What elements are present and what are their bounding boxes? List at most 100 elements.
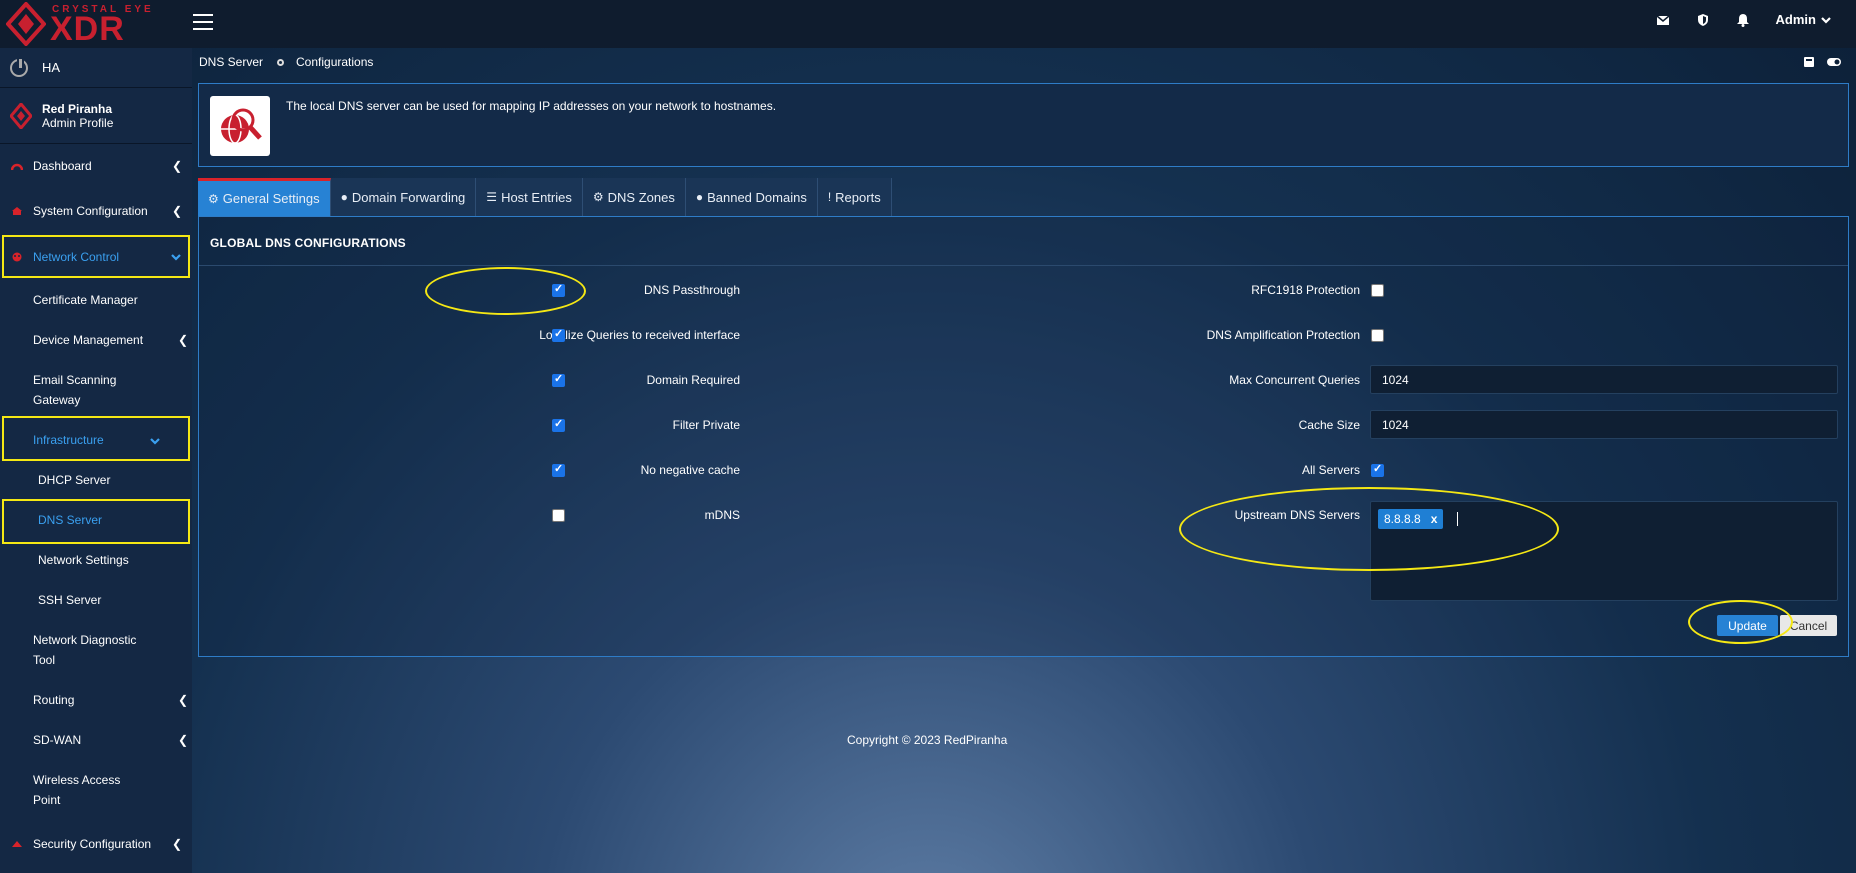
sidebar-item-infrastructure[interactable]: Infrastructure: [33, 430, 161, 450]
dns-passthrough-label: DNS Passthrough: [643, 283, 740, 297]
chevron-left-icon: ❮: [177, 693, 188, 707]
max-concurrent-queries-label: Max Concurrent Queries: [1229, 373, 1360, 387]
profile-name: Red Piranha: [42, 101, 113, 116]
rfc1918-checkbox[interactable]: [1371, 284, 1384, 297]
admin-label: Admin: [1775, 12, 1816, 27]
rfc1918-label: RFC1918 Protection: [1251, 283, 1360, 297]
chevron-down-icon: [171, 254, 181, 261]
global-dns-panel: GLOBAL DNS CONFIGURATIONS DNS Passthroug…: [198, 216, 1849, 657]
dns-amplification-checkbox[interactable]: [1371, 329, 1384, 342]
localize-queries-label: Localize Queries to received interface: [539, 328, 740, 342]
top-bar: CRYSTAL EYE XDR Admin: [0, 0, 1856, 48]
breadcrumb: DNS Server Configurations: [199, 55, 373, 69]
filter-private-checkbox[interactable]: [552, 417, 565, 432]
globe-icon: ●: [695, 190, 704, 204]
shield-icon[interactable]: [1696, 13, 1710, 27]
tab-reports[interactable]: ! Reports: [817, 178, 892, 216]
sidebar-item-label-line2: Gateway: [33, 393, 81, 407]
admin-menu[interactable]: Admin: [1776, 12, 1832, 27]
sidebar-item-sd-wan[interactable]: SD-WAN ❮: [33, 730, 188, 750]
brand-big-text: XDR: [50, 10, 125, 48]
gear-icon: ⚙: [592, 190, 604, 204]
update-button[interactable]: Update: [1717, 615, 1778, 636]
sidebar-item-network-diagnostic-tool[interactable]: Network Diagnostic Tool: [33, 630, 136, 670]
toggle-icon[interactable]: [1826, 56, 1842, 68]
sidebar-item-label: Network Diagnostic: [33, 633, 137, 647]
sidebar-item-ssh-server[interactable]: SSH Server: [38, 590, 101, 610]
sidebar-item-label: Security Configuration: [33, 837, 152, 851]
dns-server-tag-value: 8.8.8.8: [1384, 512, 1421, 526]
power-icon: [10, 56, 28, 77]
upstream-dns-servers-input[interactable]: 8.8.8.8 x: [1370, 501, 1838, 601]
max-concurrent-queries-input[interactable]: 1024: [1370, 365, 1838, 394]
tab-label: Domain Forwarding: [351, 189, 466, 205]
domain-required-label: Domain Required: [646, 373, 740, 387]
sidebar-item-label: Infrastructure: [33, 433, 104, 447]
sidebar-item-wireless-access-point[interactable]: Wireless Access Point: [33, 770, 120, 810]
tab-label: General Settings: [222, 191, 320, 206]
breadcrumb-separator-icon: [277, 58, 285, 66]
gauge-icon: [11, 163, 23, 171]
sidebar-ha[interactable]: HA: [0, 48, 192, 88]
bell-icon[interactable]: [1736, 13, 1750, 27]
tab-dns-zones[interactable]: ⚙ DNS Zones: [582, 178, 686, 216]
sidebar-item-email-scanning-gateway[interactable]: Email Scanning Gateway: [33, 370, 116, 410]
sidebar-item-label: Network Settings: [38, 553, 129, 567]
sidebar-item-label: SSH Server: [38, 593, 102, 607]
sidebar-item-label: Dashboard: [33, 159, 92, 173]
chevron-left-icon: ❮: [171, 204, 182, 218]
copyright-footer: Copyright © 2023 RedPiranha: [847, 733, 1008, 747]
sidebar-item-dns-server[interactable]: DNS Server: [38, 510, 102, 530]
domain-required-checkbox[interactable]: [552, 372, 565, 387]
dns-passthrough-checkbox[interactable]: [552, 282, 565, 297]
sidebar-item-network-control[interactable]: Network Control: [0, 246, 192, 268]
tab-label: Banned Domains: [707, 189, 807, 205]
sidebar-item-dhcp-server[interactable]: DHCP Server: [38, 470, 110, 490]
filter-private-label: Filter Private: [672, 418, 740, 432]
tab-domain-forwarding[interactable]: ● Domain Forwarding: [330, 178, 477, 216]
sidebar-profile[interactable]: Red Piranha Admin Profile: [0, 88, 192, 144]
piranha-logo-icon: [6, 2, 46, 46]
mdns-checkbox[interactable]: [552, 509, 565, 522]
sidebar-item-label: System Configuration: [33, 204, 148, 218]
dns-globe-search-icon: [210, 96, 270, 156]
tab-host-entries[interactable]: ☰ Host Entries: [476, 178, 583, 216]
sidebar-item-system-configuration[interactable]: System Configuration ❮: [0, 200, 192, 222]
sidebar-item-network-settings[interactable]: Network Settings: [38, 550, 129, 570]
tab-banned-domains[interactable]: ● Banned Domains: [685, 178, 818, 216]
sidebar-item-routing[interactable]: Routing ❮: [33, 690, 188, 710]
info-message: The local DNS server can be used for map…: [286, 99, 777, 113]
remove-tag-icon[interactable]: x: [1431, 512, 1438, 526]
panel-title: GLOBAL DNS CONFIGURATIONS: [210, 236, 406, 250]
panel-divider: [199, 265, 1848, 266]
menu-toggle-icon[interactable]: [193, 14, 213, 32]
mail-icon[interactable]: [1656, 13, 1670, 27]
tab-general-settings[interactable]: ⚙ General Settings: [198, 178, 331, 216]
cache-size-input[interactable]: 1024: [1370, 410, 1838, 439]
localize-queries-checkbox[interactable]: [552, 327, 565, 342]
sidebar-item-certificate-manager[interactable]: Certificate Manager: [33, 290, 138, 310]
all-servers-checkbox[interactable]: [1371, 462, 1384, 477]
dns-amplification-label: DNS Amplification Protection: [1206, 328, 1360, 342]
cancel-button[interactable]: Cancel: [1780, 615, 1837, 636]
chevron-left-icon: ❮: [171, 837, 182, 851]
sidebar-item-label: SD-WAN: [33, 733, 82, 747]
sidebar-item-dashboard[interactable]: Dashboard ❮: [0, 155, 192, 177]
sidebar-item-label-line2: Tool: [33, 653, 56, 667]
info-box: The local DNS server can be used for map…: [198, 83, 1849, 167]
sidebar-item-label: DHCP Server: [38, 473, 111, 487]
breadcrumb-dns-server[interactable]: DNS Server: [199, 55, 263, 69]
network-icon: [12, 252, 22, 262]
sidebar-item-label: DNS Server: [38, 513, 103, 527]
sidebar-item-security-configuration[interactable]: Security Configuration ❮: [0, 833, 192, 855]
chevron-left-icon: ❮: [177, 333, 188, 347]
book-icon[interactable]: [1802, 56, 1816, 68]
crystal-eye-logo[interactable]: CRYSTAL EYE XDR: [6, 2, 166, 46]
home-icon: [12, 207, 22, 215]
sidebar-item-device-management[interactable]: Device Management ❮: [33, 330, 188, 350]
sidebar-item-label: Device Management: [33, 333, 144, 347]
sidebar-item-label: Network Control: [33, 250, 120, 264]
mdns-label: mDNS: [704, 508, 740, 522]
exclamation-icon: !: [827, 190, 832, 204]
no-negative-cache-checkbox[interactable]: [552, 462, 565, 477]
